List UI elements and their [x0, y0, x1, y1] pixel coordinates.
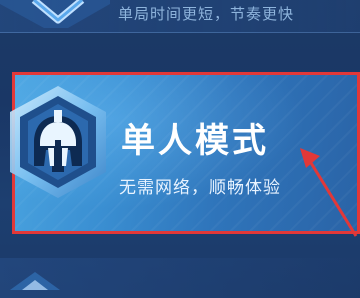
chevron-emblem-icon	[0, 0, 110, 28]
red-pointer-arrow-icon	[300, 148, 358, 237]
prev-mode-subtitle: 单局时间更短，节奏更快	[118, 5, 295, 23]
mode-subtitle: 无需网络，顺畅体验	[119, 178, 281, 198]
spartan-helmet-icon	[10, 86, 106, 198]
mode-emblem-icon	[10, 272, 60, 290]
mode-title: 单人模式	[121, 121, 269, 161]
